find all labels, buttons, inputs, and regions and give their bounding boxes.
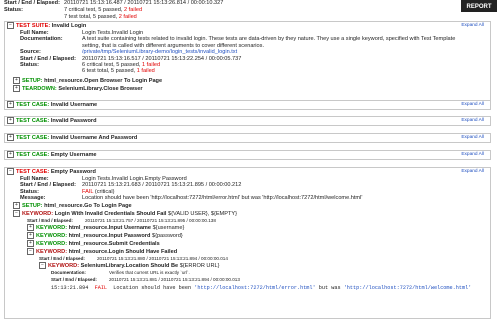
keyword-input-username[interactable]: + KEYWORD: html_resource.Input Username $… bbox=[5, 224, 490, 232]
suite-name: Invalid Login bbox=[51, 23, 87, 29]
expand-icon[interactable]: + bbox=[13, 76, 20, 84]
test-case-empty-password: − TEST CASE: Empty Password Expand All Ful… bbox=[4, 167, 491, 319]
expand-all-link[interactable]: Expand All bbox=[461, 151, 484, 159]
suite-status: 6 critical test, 5 passed, 1 failed 6 tes… bbox=[82, 62, 161, 75]
test-case-invalid-password[interactable]: + TEST CASE: Invalid Password Expand All bbox=[4, 116, 491, 126]
status-label: Status: bbox=[4, 7, 23, 13]
expand-icon[interactable]: + bbox=[7, 151, 14, 159]
collapse-icon[interactable]: − bbox=[7, 22, 14, 30]
log-message: 15:13:21.894 FAIL Location should have b… bbox=[51, 285, 472, 292]
location-time: 20110721 15:13:21.881 / 20110721 15:13:2… bbox=[109, 276, 240, 282]
keyword-location-should-be[interactable]: − KEYWORD: SeleniumLibrary.Location Shoul… bbox=[5, 262, 490, 270]
collapse-icon[interactable]: − bbox=[39, 262, 46, 270]
start-end-label: Start / End / Elapsed: bbox=[4, 0, 60, 6]
expand-all-link[interactable]: Expand All bbox=[461, 168, 484, 176]
test-suite-panel: − TEST SUITE: Invalid Login Expand All Fu… bbox=[4, 21, 491, 107]
expand-all-link[interactable]: Expand All bbox=[461, 101, 484, 109]
expand-all-link[interactable]: Expand All bbox=[461, 117, 484, 125]
expand-icon[interactable]: + bbox=[27, 224, 34, 232]
expand-icon[interactable]: + bbox=[13, 84, 20, 92]
empty-password-header[interactable]: − TEST CASE: Empty Password Expand All bbox=[5, 168, 490, 176]
expand-icon[interactable]: + bbox=[7, 134, 14, 142]
collapse-icon[interactable]: − bbox=[13, 209, 20, 217]
keyword-login-should-have-failed[interactable]: − KEYWORD: html_resource.Login Should Hav… bbox=[5, 248, 490, 256]
test-setup[interactable]: + SETUP: html_resource.Go To Login Page bbox=[5, 201, 490, 210]
keyword-login-invalid[interactable]: − KEYWORD: Login With Invalid Credentials… bbox=[5, 209, 490, 218]
suite-header[interactable]: − TEST SUITE: Invalid Login Expand All bbox=[5, 22, 490, 30]
expand-all-link[interactable]: Expand All bbox=[461, 134, 484, 142]
keyword-submit-credentials[interactable]: + KEYWORD: html_resource.Submit Credentia… bbox=[5, 240, 490, 248]
suite-setup[interactable]: + SETUP: html_resource.Open Browser To Lo… bbox=[5, 76, 490, 85]
keyword-input-password[interactable]: + KEYWORD: html_resource.Input Password $… bbox=[5, 232, 490, 240]
top-summary: Start / End / Elapsed: 20110721 15:13:16.… bbox=[4, 0, 474, 21]
expand-icon[interactable]: + bbox=[27, 240, 34, 248]
suite-teardown[interactable]: + TEARDOWN: SeleniumLibrary.Close Browser bbox=[5, 84, 490, 93]
start-end-value: 20110721 15:13:16.487 / 20110721 15:13:2… bbox=[64, 0, 224, 6]
collapse-icon[interactable]: − bbox=[27, 248, 34, 256]
expand-all-link[interactable]: Expand All bbox=[461, 22, 484, 30]
test-case-invalid-username-and-password[interactable]: + TEST CASE: Invalid Username And Passwor… bbox=[4, 133, 491, 143]
suite-documentation: A test suite containing tests related to… bbox=[82, 36, 456, 49]
expand-icon[interactable]: + bbox=[13, 201, 20, 209]
collapse-icon[interactable]: − bbox=[7, 168, 14, 176]
status-value: 7 critical test, 5 passed, 2 failed bbox=[64, 7, 143, 13]
expand-icon[interactable]: + bbox=[7, 101, 14, 109]
report-button[interactable]: REPORT bbox=[461, 0, 497, 12]
status-value-2: 7 test total, 5 passed, 2 failed bbox=[64, 14, 137, 20]
expand-icon[interactable]: + bbox=[27, 232, 34, 240]
expand-icon[interactable]: + bbox=[7, 117, 14, 125]
test-case-empty-username[interactable]: + TEST CASE: Empty Username Expand All bbox=[4, 150, 491, 160]
test-case-invalid-username[interactable]: + TEST CASE: Invalid Username Expand All bbox=[4, 100, 491, 110]
